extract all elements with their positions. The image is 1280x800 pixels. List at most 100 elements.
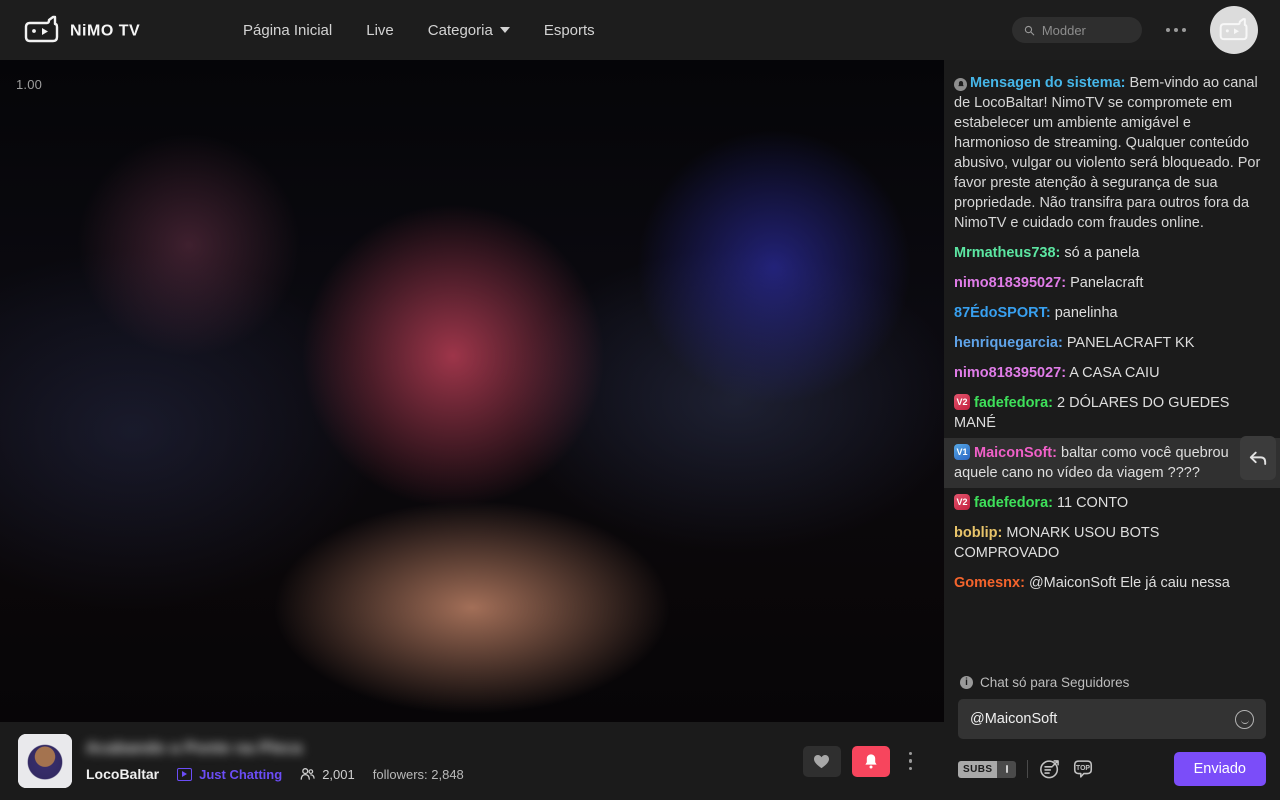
chat-tool-row: SUBS TOP Enviado	[958, 752, 1266, 786]
dot	[1182, 28, 1186, 32]
stream-more-button[interactable]	[901, 746, 921, 777]
nav-label: Categoria	[427, 21, 493, 39]
category-link[interactable]: Just Chatting	[177, 767, 282, 782]
viewer-count: 2,001	[300, 767, 355, 782]
nimo-camera-icon	[24, 15, 59, 43]
header-right-group	[1012, 6, 1280, 54]
chat-message-text: Panelacraft	[1070, 275, 1144, 291]
dot	[1166, 28, 1170, 32]
level-badge-icon: V2	[954, 494, 970, 510]
top-header: NiMO TV Página Inicial Live Categoria Es…	[0, 0, 1280, 60]
page-body: 1.00 Acabando a Ponte na Pleca LocoBalta…	[0, 60, 1280, 800]
chat-username[interactable]: MaiconSoft:	[974, 445, 1057, 461]
header-more-button[interactable]	[1160, 22, 1192, 38]
main-nav: Página Inicial Live Categoria Esports	[243, 22, 595, 39]
reply-button[interactable]	[1240, 436, 1276, 480]
chat-message-text: Bem-vindo ao canal de LocoBaltar! NimoTV…	[954, 75, 1261, 231]
user-avatar-button[interactable]	[1210, 6, 1258, 54]
like-button[interactable]	[802, 745, 841, 777]
chat-username[interactable]: nimo818395027:	[954, 365, 1066, 381]
level-badge-icon: V2	[954, 394, 970, 410]
avatar-image	[18, 734, 72, 788]
chat-message-text: PANELACRAFT KK	[1066, 335, 1195, 351]
info-icon: i	[960, 676, 973, 689]
nav-item-pagina-inicial[interactable]: Página Inicial	[243, 22, 332, 39]
dot	[908, 751, 912, 756]
bell-circle-icon	[954, 77, 967, 91]
video-overlay-label: 1.00	[16, 77, 43, 92]
chat-message-list[interactable]: Mensagen do sistema: Bem-vindo ao canal …	[944, 60, 1280, 665]
chat-input[interactable]	[970, 711, 1227, 727]
chevron-down-icon	[499, 27, 510, 33]
chat-panel: Mensagen do sistema: Bem-vindo ao canal …	[944, 60, 1280, 800]
chat-message[interactable]: nimo818395027: A CASA CAIU	[944, 358, 1280, 388]
video-surface[interactable]	[0, 60, 944, 800]
chat-message[interactable]: Gomesnx: @MaiconSoft Ele já caiu nessa	[944, 568, 1280, 598]
chat-message-text: panelinha	[1054, 305, 1118, 321]
chat-message[interactable]: boblip: MONARK USOU BOTS COMPROVADO	[944, 518, 1280, 568]
search-icon	[1024, 25, 1035, 35]
top-chat-icon[interactable]: TOP	[1072, 758, 1094, 780]
svg-text:TOP: TOP	[1076, 765, 1090, 772]
dot	[908, 766, 912, 771]
chat-username[interactable]: fadefedora:	[974, 495, 1053, 511]
chat-username[interactable]: Mensagen do sistema:	[970, 75, 1126, 91]
nav-item-live[interactable]: Live	[366, 22, 394, 39]
stream-title: Acabando a Ponte na Pleca	[86, 740, 303, 757]
nav-item-esports[interactable]: Esports	[544, 22, 595, 39]
chat-message[interactable]: Mensagen do sistema: Bem-vindo ao canal …	[944, 68, 1280, 238]
chat-username[interactable]: nimo818395027:	[954, 275, 1066, 291]
chat-message[interactable]: V2 fadefedora: 11 CONTO	[944, 488, 1280, 518]
chat-username[interactable]: Mrmatheus738:	[954, 245, 1060, 261]
streamer-avatar[interactable]	[18, 734, 72, 788]
nav-item-categoria[interactable]: Categoria	[428, 22, 510, 39]
chat-footer: i Chat só para Seguidores SUBS	[944, 665, 1280, 800]
nimo-tv-wordmark: NiMO TV	[70, 23, 140, 40]
notify-button[interactable]	[851, 745, 890, 777]
brand-logo-group[interactable]: NiMO TV	[0, 15, 175, 45]
chat-username[interactable]: Gomesnx:	[954, 575, 1025, 591]
video-category-icon	[177, 767, 193, 781]
avatar-nimo-icon	[1219, 18, 1248, 41]
chat-username[interactable]: fadefedora:	[974, 395, 1053, 411]
subs-toggle[interactable]: SUBS	[958, 760, 1017, 778]
heart-icon	[814, 754, 829, 768]
chat-message[interactable]: 87ÉdoSPORT: panelinha	[944, 298, 1280, 328]
chat-message-text: @MaiconSoft Ele já caiu nessa	[1028, 575, 1230, 591]
emoji-picker-button[interactable]	[1235, 709, 1254, 729]
followers-only-label: Chat só para Seguidores	[980, 675, 1130, 690]
video-stage[interactable]: 1.00 Acabando a Ponte na Pleca LocoBalta…	[0, 60, 944, 800]
nav-label: Live	[366, 21, 394, 39]
chat-message[interactable]: Mrmatheus738: só a panela	[944, 238, 1280, 268]
tool-divider	[1027, 760, 1029, 778]
viewer-count-value: 2,001	[322, 766, 355, 782]
chat-message-text: 11 CONTO	[1057, 495, 1129, 511]
channel-name: LocoBaltar	[86, 766, 160, 782]
level-badge-icon: V1	[954, 444, 970, 460]
send-button[interactable]: Enviado	[1173, 752, 1266, 786]
chat-message-text: só a panela	[1064, 245, 1140, 261]
viewers-icon	[300, 768, 315, 780]
nav-label: Esports	[543, 21, 595, 39]
chat-message[interactable]: nimo818395027: Panelacraft	[944, 268, 1280, 298]
search-input[interactable]	[1041, 22, 1130, 38]
chat-username[interactable]: boblip:	[954, 525, 1002, 541]
search-box[interactable]	[1012, 17, 1142, 43]
chat-username[interactable]: 87ÉdoSPORT:	[954, 305, 1051, 321]
chat-message[interactable]: V2 fadefedora: 2 DÓLARES DO GUEDES MANÉ	[944, 388, 1280, 438]
stream-action-buttons	[802, 745, 927, 777]
share-icon[interactable]	[1039, 758, 1061, 780]
reply-arrow-icon	[1249, 451, 1267, 465]
follower-count: followers: 2,848	[372, 766, 464, 782]
bell-icon	[864, 753, 877, 768]
chat-message-highlighted[interactable]: V1 MaiconSoft: baltar como você quebrou a…	[944, 438, 1280, 488]
chat-message[interactable]: henriquegarcia: PANELACRAFT KK	[944, 328, 1280, 358]
chat-username[interactable]: henriquegarcia:	[954, 335, 1063, 351]
subs-label: SUBS	[958, 760, 998, 778]
chat-input-wrapper[interactable]	[958, 699, 1266, 739]
subs-switch	[997, 760, 1017, 778]
stream-stats-row: LocoBaltar Just Chatting 2,001 followers…	[86, 766, 464, 782]
followers-only-notice: i Chat só para Seguidores	[958, 665, 1266, 699]
svg-text:NiMO TV: NiMO TV	[70, 23, 140, 40]
stream-meta: Acabando a Ponte na Pleca LocoBaltar Jus…	[86, 740, 464, 782]
